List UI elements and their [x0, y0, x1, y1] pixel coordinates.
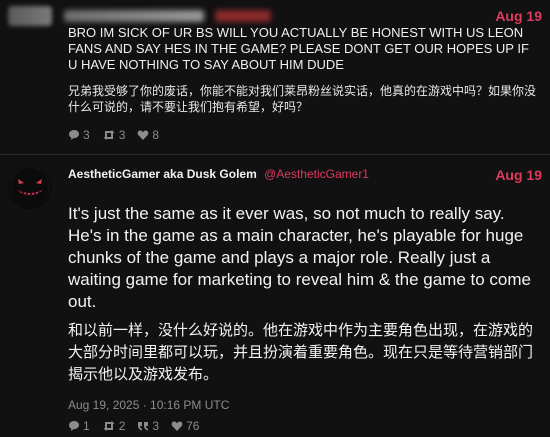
blurred-username	[64, 10, 204, 22]
quote-count: 3	[152, 419, 160, 433]
quote-icon	[138, 422, 149, 431]
reply-count: 1	[83, 419, 90, 433]
monster-avatar-icon	[12, 168, 48, 206]
post-date[interactable]: Aug 19	[495, 167, 542, 183]
blurred-avatar	[8, 6, 52, 26]
heart-icon	[138, 130, 149, 140]
reply-count: 3	[83, 128, 90, 142]
retweet-button[interactable]: 3	[102, 128, 126, 142]
post-translation: 和以前一样，没什么好说的。他在游戏中作为主要角色出现，在游戏的大部分时间里都可以…	[68, 322, 534, 383]
reply-button[interactable]: 3	[68, 128, 90, 142]
retweet-icon	[103, 421, 115, 431]
reply-icon	[69, 130, 79, 140]
reply-button[interactable]: 1	[68, 419, 90, 433]
author-handle[interactable]: @AestheticGamer1	[264, 167, 369, 181]
quote-button[interactable]: 3	[137, 419, 159, 433]
blurred-handle	[215, 10, 271, 22]
post-actions: 3 3 8	[68, 128, 171, 142]
post-text: BRO IM SICK OF UR BS WILL YOU ACTUALLY B…	[68, 25, 529, 72]
reply-icon	[69, 421, 79, 431]
author-name[interactable]: AestheticGamer aka Dusk Golem	[68, 167, 257, 181]
post-actions: 1 2 3 76	[68, 419, 211, 433]
like-button[interactable]: 8	[137, 128, 159, 142]
like-count: 8	[152, 128, 160, 142]
post-header	[0, 6, 550, 26]
avatar[interactable]	[8, 165, 52, 209]
post-timestamp: Aug 19, 2025 · 10:16 PM UTC	[68, 398, 230, 412]
retweet-button[interactable]: 2	[102, 419, 126, 433]
post-date[interactable]: Aug 19	[495, 8, 542, 24]
retweet-count: 2	[118, 419, 126, 433]
retweet-count: 3	[118, 128, 126, 142]
reply-post: Aug 19 BRO IM SICK OF UR BS WILL YOU ACT…	[0, 0, 550, 154]
author-reply-post: AestheticGamer aka Dusk Golem @Aesthetic…	[0, 154, 550, 437]
post-text: It's just the same as it ever was, so no…	[68, 204, 531, 311]
heart-icon	[171, 421, 183, 431]
like-count: 76	[186, 419, 200, 433]
post-translation: 兄弟我受够了你的废话，你能不能对我们莱昂粉丝说实话，他真的在游戏中吗？如果你没什…	[68, 84, 537, 114]
author-row: AestheticGamer aka Dusk Golem @Aesthetic…	[68, 167, 369, 181]
retweet-icon	[103, 130, 115, 140]
like-button[interactable]: 76	[171, 419, 199, 433]
